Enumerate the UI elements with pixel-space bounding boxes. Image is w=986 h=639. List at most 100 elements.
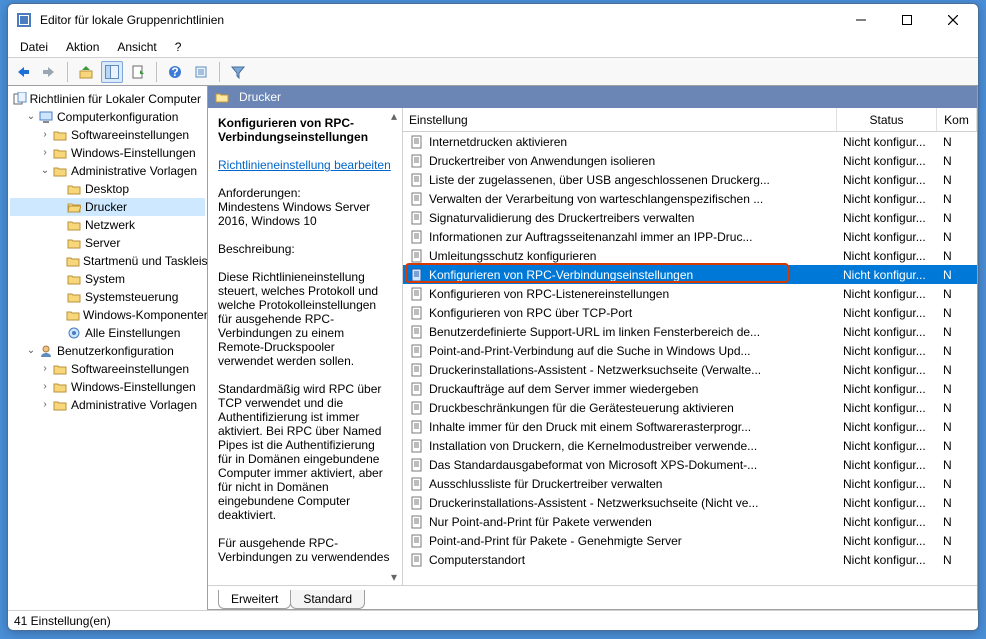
tree-root[interactable]: Richtlinien für Lokaler Computer (10, 90, 205, 108)
tree-pane[interactable]: Richtlinien für Lokaler Computer ⌄ Compu… (8, 86, 208, 610)
properties-button[interactable] (190, 61, 212, 83)
tree-all-settings[interactable]: Alle Einstellungen (10, 324, 205, 342)
scroll-up-icon[interactable]: ▴ (386, 108, 402, 124)
expand-icon[interactable]: › (38, 360, 52, 378)
policy-row[interactable]: Installation von Druckern, die Kernelmod… (403, 436, 977, 455)
policy-row[interactable]: Inhalte immer für den Druck mit einem So… (403, 417, 977, 436)
policy-name: Informationen zur Auftragsseitenanzahl i… (429, 230, 752, 244)
forward-button[interactable] (38, 61, 60, 83)
tree-user-admin[interactable]: › Administrative Vorlagen (10, 396, 205, 414)
policy-icon (409, 477, 425, 491)
policy-row[interactable]: Umleitungsschutz konfigurierenNicht konf… (403, 246, 977, 265)
policy-row[interactable]: Informationen zur Auftragsseitenanzahl i… (403, 227, 977, 246)
tree-label: Richtlinien für Lokaler Computer (30, 90, 201, 108)
tree-windows-components[interactable]: Windows-Komponenten (10, 306, 205, 324)
maximize-button[interactable] (884, 5, 930, 35)
tree-user-config[interactable]: ⌄ Benutzerkonfiguration (10, 342, 205, 360)
show-hide-tree-button[interactable] (101, 61, 123, 83)
policy-row[interactable]: Konfigurieren von RPC über TCP-Port Nicht… (403, 303, 977, 322)
policy-icon (409, 230, 425, 244)
tree-user-windows[interactable]: › Windows-Einstellungen (10, 378, 205, 396)
policy-row[interactable]: Druckerinstallations-Assistent - Netzwer… (403, 493, 977, 512)
tree-computer-config[interactable]: ⌄ Computerkonfiguration (10, 108, 205, 126)
menu-help[interactable]: ? (167, 38, 190, 56)
folder-icon (52, 398, 68, 412)
policy-row[interactable]: Konfigurieren von RPC-Verbindungseinstel… (403, 265, 977, 284)
back-button[interactable] (12, 61, 34, 83)
policy-status: Nicht konfigur... (837, 230, 937, 244)
policy-name: Computerstandort (429, 553, 525, 567)
policy-row[interactable]: Internetdrucken aktivierenNicht konfigur… (403, 132, 977, 151)
tab-extended[interactable]: Erweitert (218, 590, 291, 609)
tree-server[interactable]: Server (10, 234, 205, 252)
menu-file[interactable]: Datei (12, 38, 56, 56)
desc-scrollbar[interactable]: ▴ ▾ (386, 108, 402, 585)
close-button[interactable] (930, 5, 976, 35)
folder-icon (66, 236, 82, 250)
tree-desktop[interactable]: Desktop (10, 180, 205, 198)
menu-action[interactable]: Aktion (58, 38, 107, 56)
tree-software-settings[interactable]: › Softwareeinstellungen (10, 126, 205, 144)
folder-icon (52, 362, 68, 376)
policy-row[interactable]: Signaturvalidierung des Druckertreibers … (403, 208, 977, 227)
tree-admin-templates[interactable]: ⌄ Administrative Vorlagen (10, 162, 205, 180)
policy-row[interactable]: Ausschlussliste für Druckertreiber verwa… (403, 474, 977, 493)
tab-standard[interactable]: Standard (290, 590, 365, 609)
tree-windows-settings[interactable]: › Windows-Einstellungen (10, 144, 205, 162)
expand-icon[interactable]: › (38, 126, 52, 144)
tree-netzwerk[interactable]: Netzwerk (10, 216, 205, 234)
policy-row[interactable]: Verwalten der Verarbeitung von warteschl… (403, 189, 977, 208)
list-body[interactable]: Internetdrucken aktivierenNicht konfigur… (403, 132, 977, 585)
policy-status: Nicht konfigur... (837, 306, 937, 320)
policy-row[interactable]: Das Standardausgabeformat von Microsoft … (403, 455, 977, 474)
policy-row[interactable]: Point-and-Print-Verbindung auf die Suche… (403, 341, 977, 360)
policy-row[interactable]: Liste der zugelassenen, über USB angesch… (403, 170, 977, 189)
policy-icon (409, 458, 425, 472)
policy-status: Nicht konfigur... (837, 382, 937, 396)
toolbar-separator (67, 62, 68, 82)
policy-row[interactable]: ComputerstandortNicht konfigur...N (403, 550, 977, 569)
policy-row[interactable]: Druckbeschränkungen für die Gerätesteuer… (403, 398, 977, 417)
edit-policy-link[interactable]: Richtlinieneinstellung bearbeiten (218, 158, 392, 172)
tree-user-software[interactable]: › Softwareeinstellungen (10, 360, 205, 378)
policy-icon (409, 249, 425, 263)
export-button[interactable] (127, 61, 149, 83)
tree-label: Desktop (85, 180, 129, 198)
col-setting[interactable]: Einstellung (403, 108, 837, 131)
policy-row[interactable]: Druckertreiber von Anwendungen isolieren… (403, 151, 977, 170)
folder-open-icon (214, 90, 230, 104)
policy-icon (13, 92, 27, 106)
help-button[interactable]: ? (164, 61, 186, 83)
policy-row[interactable]: Benutzerdefinierte Support-URL im linken… (403, 322, 977, 341)
folder-open-icon (66, 200, 82, 214)
filter-button[interactable] (227, 61, 249, 83)
policy-row[interactable]: Konfigurieren von RPC-Listenereinstellun… (403, 284, 977, 303)
policy-row[interactable]: Druckerinstallations-Assistent - Netzwer… (403, 360, 977, 379)
menu-view[interactable]: Ansicht (109, 38, 164, 56)
expand-icon[interactable]: › (38, 144, 52, 162)
collapse-icon[interactable]: ⌄ (24, 342, 38, 360)
policy-status: Nicht konfigur... (837, 458, 937, 472)
collapse-icon[interactable]: ⌄ (38, 162, 52, 180)
policy-comment: N (937, 154, 977, 168)
view-tabs: Erweitert Standard (208, 585, 977, 609)
up-button[interactable] (75, 61, 97, 83)
col-comment[interactable]: Kom (937, 108, 977, 131)
list-pane: Einstellung Status Kom Internetdrucken a… (403, 108, 977, 585)
tree-drucker[interactable]: Drucker (10, 198, 205, 216)
col-status[interactable]: Status (837, 108, 937, 131)
policy-comment: N (937, 211, 977, 225)
tree-startmenu[interactable]: Startmenü und Taskleiste (10, 252, 205, 270)
policy-comment: N (937, 173, 977, 187)
policy-row[interactable]: Nur Point-and-Print für Pakete verwenden… (403, 512, 977, 531)
policy-row[interactable]: Point-and-Print für Pakete - Genehmigte … (403, 531, 977, 550)
tree-control-panel[interactable]: Systemsteuerung (10, 288, 205, 306)
scroll-down-icon[interactable]: ▾ (386, 569, 402, 585)
policy-row[interactable]: Druckaufträge auf dem Server immer wiede… (403, 379, 977, 398)
minimize-button[interactable] (838, 5, 884, 35)
collapse-icon[interactable]: ⌄ (24, 108, 38, 126)
policy-name: Konfigurieren von RPC über TCP-Port (429, 306, 632, 320)
tree-system[interactable]: System (10, 270, 205, 288)
expand-icon[interactable]: › (38, 396, 52, 414)
expand-icon[interactable]: › (38, 378, 52, 396)
